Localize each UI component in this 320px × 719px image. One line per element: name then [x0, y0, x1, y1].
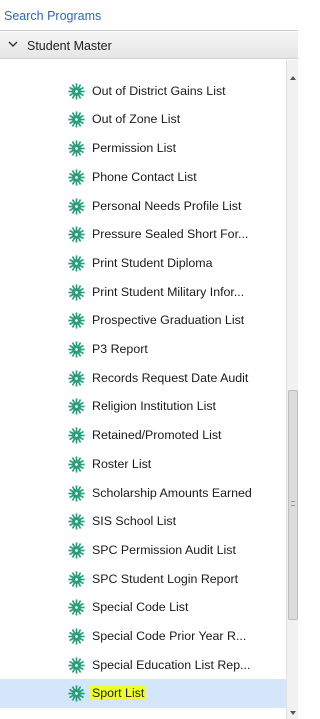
list-item[interactable]: Personal Needs Profile List	[0, 192, 286, 221]
list-item-label: Print Student Military Infor...	[92, 284, 245, 299]
list-item[interactable]: Religion Institution List	[0, 392, 286, 421]
gear-icon	[68, 484, 85, 502]
list-item[interactable]: Records Request Date Audit	[0, 364, 286, 393]
list-item-label: Out of District Gains List	[92, 83, 226, 98]
list-item-label: Special Code List	[92, 600, 189, 615]
gear-icon	[68, 226, 85, 243]
gear-icon	[68, 83, 85, 100]
gear-icon	[68, 140, 85, 157]
list-item-label: Out of Zone List	[92, 112, 181, 127]
gear-icon	[68, 370, 85, 387]
list-item-label: Roster List	[92, 456, 152, 471]
list-item-label: Scholarship Amounts Earned	[92, 485, 252, 500]
list-item[interactable]: Phone Contact List	[0, 163, 286, 192]
gear-icon	[68, 427, 85, 444]
program-list: Old SSN Report Out of District Gains List…	[0, 60, 286, 719]
group-title: Student Master	[27, 39, 112, 53]
gear-icon	[68, 513, 85, 530]
list-item-label: Special Code Prior Year R...	[92, 629, 247, 643]
search-programs-link[interactable]: Search Programs	[4, 9, 101, 23]
scrollbar-thumb[interactable]	[288, 390, 298, 620]
list-item[interactable]: Pressure Sealed Short For...	[0, 220, 286, 249]
list-item-label: Permission List	[92, 141, 177, 156]
list-item[interactable]: Special Education List Rep...	[0, 651, 286, 680]
gear-icon	[68, 197, 85, 215]
list-item-label: SIS School List	[92, 514, 177, 529]
list-scrollbar[interactable]	[286, 60, 298, 719]
gear-icon	[68, 571, 85, 588]
grip-icon	[291, 501, 295, 506]
list-item-label: Pressure Sealed Short For...	[92, 227, 249, 242]
list-item[interactable]: SIS School List	[0, 507, 286, 536]
gear-icon	[68, 312, 85, 329]
scroll-down-icon[interactable]	[288, 707, 298, 719]
gear-icon	[68, 628, 85, 645]
list-item-label: Retained/Promoted List	[92, 428, 222, 443]
gear-icon	[68, 341, 85, 358]
search-programs-header[interactable]: Search Programs	[0, 0, 298, 31]
list-item[interactable]: Retained/Promoted List	[0, 421, 286, 450]
list-item-label: Phone Contact List	[92, 169, 197, 184]
gear-icon	[68, 456, 85, 473]
gear-icon	[68, 111, 85, 128]
gear-icon	[68, 398, 85, 415]
list-item-label: Religion Institution List	[92, 399, 216, 414]
list-item-label: Records Request Date Audit	[92, 370, 249, 385]
gear-icon	[68, 685, 85, 702]
list-item[interactable]: Sport List	[0, 679, 286, 709]
list-item[interactable]: SPC Permission Audit List	[0, 536, 286, 565]
list-item-label: Special Education List Rep...	[92, 657, 251, 672]
list-item[interactable]: Print Student Diploma	[0, 249, 286, 278]
list-item-label: Print Student Diploma	[92, 255, 213, 270]
list-item[interactable]: Print Student Military Infor...	[0, 278, 286, 307]
list-item-label: Prospective Graduation List	[92, 313, 245, 328]
list-item-label: Sport List	[90, 686, 147, 701]
list-item[interactable]: Roster List	[0, 450, 286, 479]
scroll-up-icon[interactable]	[288, 72, 298, 84]
list-item[interactable]: Prospective Graduation List	[0, 306, 286, 335]
list-item[interactable]: Special Code List	[0, 593, 286, 622]
list-item[interactable]: Special Code Prior Year R...	[0, 622, 286, 651]
list-item[interactable]: Out of Zone List	[0, 105, 286, 134]
gear-icon	[68, 657, 85, 674]
gear-icon	[68, 169, 85, 186]
gear-icon	[68, 255, 85, 272]
list-item[interactable]: Scholarship Amounts Earned	[0, 479, 286, 508]
list-item-label: Personal Needs Profile List	[92, 198, 242, 213]
gear-icon	[68, 284, 85, 301]
list-item-label: SPC Student Login Report	[92, 571, 239, 586]
gear-icon	[68, 599, 85, 616]
student-master-group-header[interactable]: Student Master	[0, 32, 298, 59]
list-item[interactable]: Out of District Gains List	[0, 77, 286, 106]
list-item[interactable]: Permission List	[0, 134, 286, 163]
list-item[interactable]: Old SSN Report	[0, 60, 286, 77]
list-item[interactable]: SPC Student Login Report	[0, 565, 286, 594]
list-item-label: P3 Report	[92, 342, 148, 356]
chevron-down-icon[interactable]	[7, 38, 19, 50]
list-item-label: SPC Permission Audit List	[92, 542, 236, 557]
list-item[interactable]: P3 Report	[0, 335, 286, 364]
gear-icon	[68, 542, 85, 559]
